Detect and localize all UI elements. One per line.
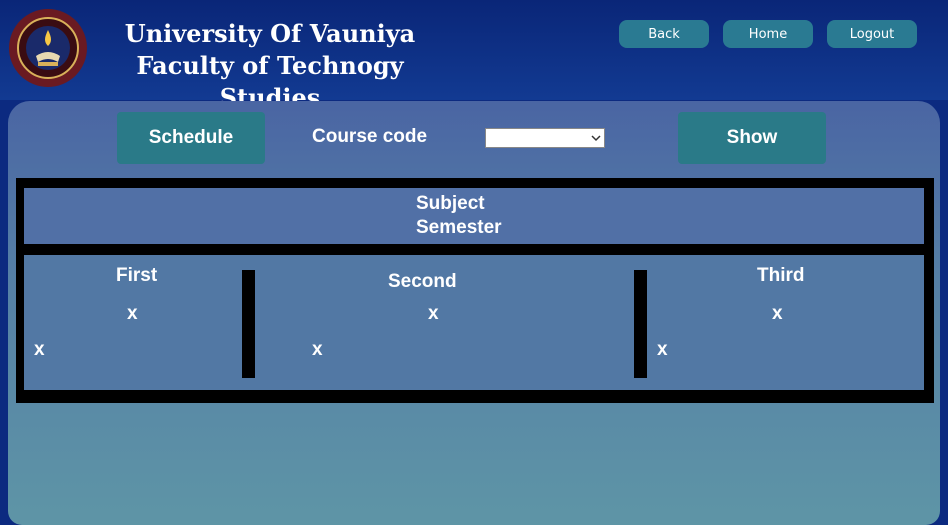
app-title: University Of Vauniya Faculty of Technog… <box>100 18 440 114</box>
semester-first-heading: First <box>116 265 158 286</box>
show-button[interactable]: Show <box>678 112 826 164</box>
semester-third-top-value: x <box>772 303 783 324</box>
schedule-button[interactable]: Schedule <box>117 112 265 164</box>
semester-second-left-value: x <box>312 339 323 360</box>
app-header: University Of Vauniya Faculty of Technog… <box>0 0 948 112</box>
semester-second-top-value: x <box>428 303 439 324</box>
logout-button[interactable]: Logout <box>827 20 917 48</box>
course-code-select[interactable] <box>485 128 605 148</box>
university-name: University Of Vauniya <box>124 19 416 48</box>
home-button[interactable]: Home <box>723 20 813 48</box>
course-code-label: Course code <box>312 126 428 147</box>
semester-third-heading: Third <box>757 265 805 286</box>
semester-third-left-value: x <box>657 339 668 360</box>
column-divider <box>634 270 647 378</box>
university-crest-icon <box>9 9 87 87</box>
semester-second-heading: Second <box>388 271 457 292</box>
column-divider <box>242 270 255 378</box>
back-button[interactable]: Back <box>619 20 709 48</box>
subject-label: Subject <box>416 193 485 214</box>
semester-first-left-value: x <box>34 339 45 360</box>
chevron-down-icon <box>591 135 601 142</box>
semester-label: Semester <box>416 217 502 238</box>
semester-first-top-value: x <box>127 303 138 324</box>
